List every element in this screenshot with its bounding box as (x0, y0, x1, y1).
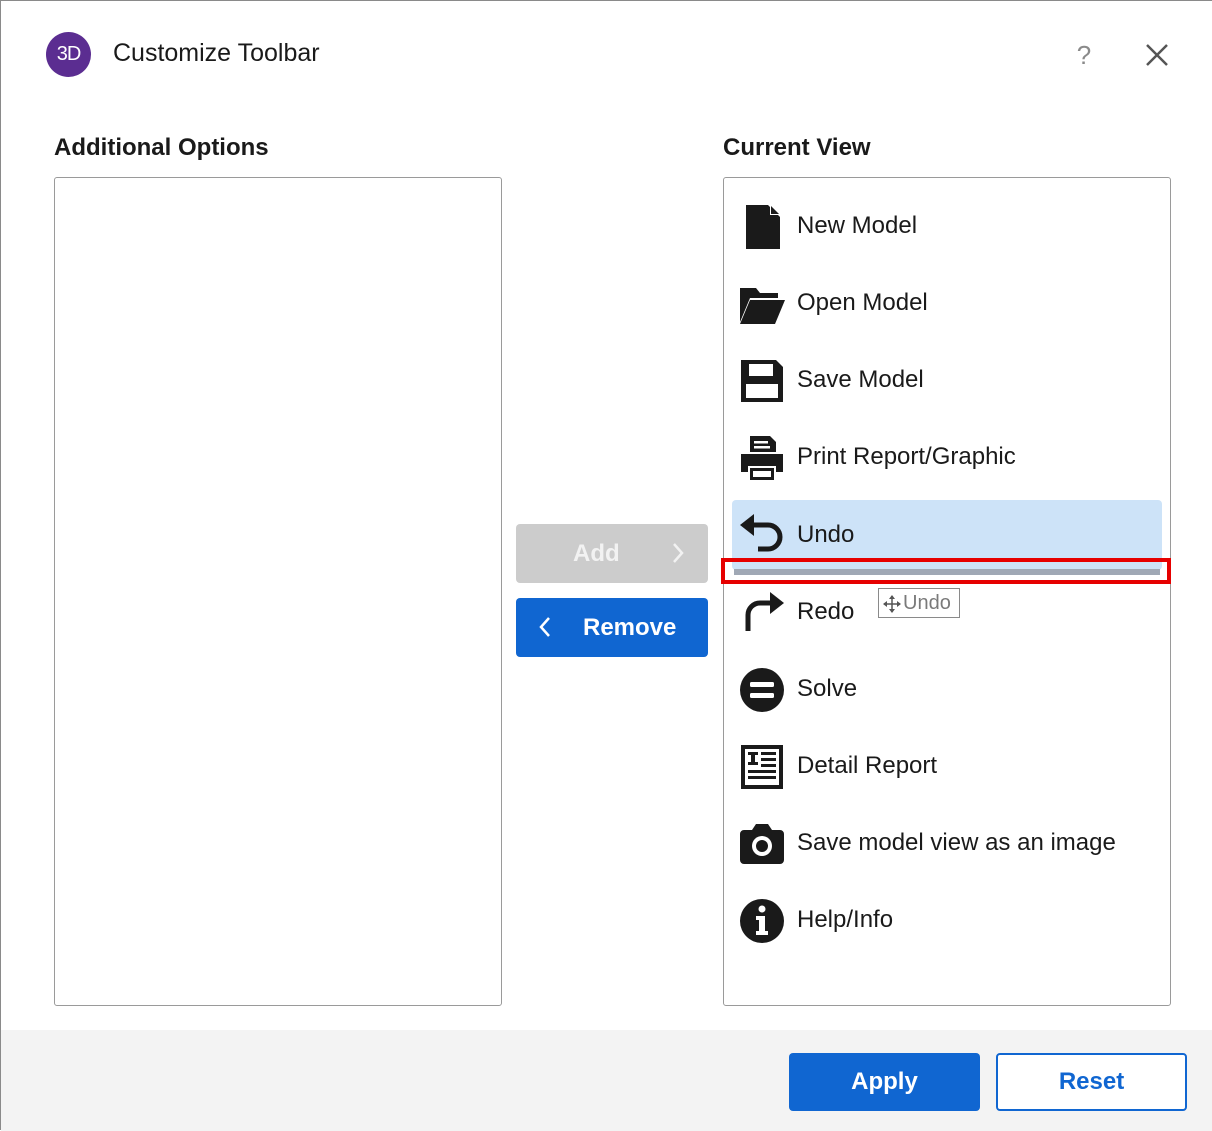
reset-button[interactable]: Reset (996, 1053, 1187, 1111)
list-item-label: Help/Info (797, 906, 894, 933)
folder-open-icon (740, 288, 785, 324)
list-item-save-image[interactable]: Save model view as an image (732, 812, 1162, 877)
list-item-label: New Model (797, 212, 918, 239)
help-button[interactable]: ? (1069, 37, 1099, 73)
list-item-label: Print Report/Graphic (797, 443, 1016, 470)
list-item-open-model[interactable]: Open Model (732, 272, 1162, 337)
camera-icon (740, 824, 784, 864)
list-item-label: Redo (797, 598, 855, 625)
chevron-left-icon (539, 617, 550, 637)
current-view-heading: Current View (723, 134, 871, 161)
solve-icon (740, 668, 784, 712)
list-item-label: Open Model (797, 289, 928, 316)
list-item-help-info[interactable]: Help/Info (732, 889, 1162, 954)
list-item-print-report[interactable]: Print Report/Graphic (732, 426, 1162, 491)
floppy-disk-icon (741, 360, 783, 402)
dialog-title: Customize Toolbar (113, 39, 320, 67)
additional-options-list[interactable] (54, 177, 502, 1006)
add-button-label: Add (573, 540, 620, 567)
list-item-label: Save Model (797, 366, 924, 393)
list-item-label: Save model view as an image (797, 829, 1116, 856)
chevron-right-icon (673, 543, 684, 563)
title-bar: 3D Customize Toolbar ? (1, 1, 1212, 98)
add-button[interactable]: Add (516, 524, 708, 583)
drag-tooltip-label: Undo (903, 592, 951, 614)
report-icon (741, 745, 783, 789)
apply-button[interactable]: Apply (789, 1053, 980, 1111)
undo-icon (740, 514, 783, 552)
move-icon (883, 594, 901, 613)
close-button[interactable] (1139, 35, 1175, 75)
list-item-new-model[interactable]: New Model (732, 195, 1162, 260)
drag-tooltip: Undo (878, 588, 960, 618)
list-item-label: Solve (797, 675, 858, 702)
customize-toolbar-dialog: 3D Customize Toolbar ? Additional Option… (0, 0, 1212, 1131)
list-item-save-model[interactable]: Save Model (732, 349, 1162, 414)
list-item-detail-report[interactable]: Detail Report (732, 735, 1162, 800)
dialog-content: Additional Options Current View New Mode… (1, 98, 1212, 1030)
dialog-footer: Apply Reset (1, 1030, 1212, 1131)
list-item-solve[interactable]: Solve (732, 658, 1162, 723)
list-item-label: Undo (797, 521, 855, 548)
info-icon (740, 899, 784, 943)
printer-icon (741, 436, 783, 480)
redo-icon (745, 592, 784, 631)
new-file-icon (746, 205, 780, 249)
additional-options-heading: Additional Options (54, 134, 269, 161)
app-logo: 3D (46, 32, 91, 77)
remove-button[interactable]: Remove (516, 598, 708, 657)
remove-button-label: Remove (583, 614, 677, 641)
close-icon (1146, 44, 1168, 66)
current-view-list[interactable]: New Model Open Model Save Model Print Re… (721, 177, 1171, 1006)
list-item-label: Detail Report (797, 752, 938, 779)
